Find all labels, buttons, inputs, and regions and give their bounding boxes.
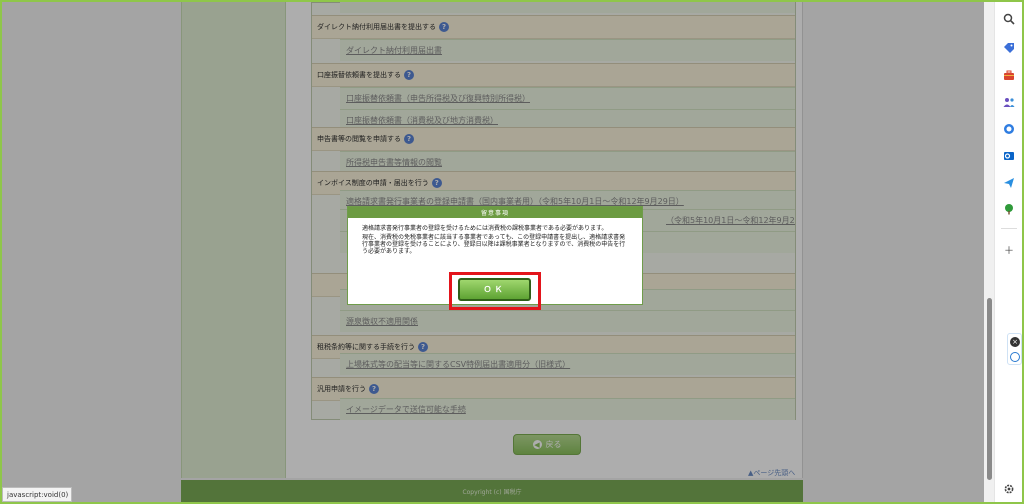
ok-button[interactable]: ＯＫ — [458, 278, 531, 301]
vertical-scrollbar[interactable] — [984, 2, 994, 502]
tag-icon[interactable] — [1003, 42, 1015, 54]
web-page: ダイレクト納付利用届出書を提出する ? ダイレクト納付利用届出書 口座振替依頼書… — [2, 2, 984, 502]
copilot-icon[interactable] — [1003, 123, 1015, 135]
browser-sidebar: ＋ — [994, 2, 1022, 502]
plus-icon[interactable]: ＋ — [1003, 243, 1015, 257]
tree-icon[interactable] — [1003, 203, 1015, 215]
close-icon[interactable]: × — [1010, 337, 1020, 347]
dialog-paragraph-1: 適格請求書発行事業者の登録を受けるためには消費税の課税事業者である必要があります… — [362, 225, 608, 232]
send-icon[interactable] — [1003, 177, 1015, 189]
status-bar-url: javascript:void(0) — [2, 487, 72, 502]
dialog-body: 適格請求書発行事業者の登録を受けるためには消費税の課税事業者である必要があります… — [348, 218, 642, 255]
dialog-title: 留意事項 — [348, 207, 642, 218]
dialog-paragraph-2: 現在、消費税の免税事業者に該当する事業者であっても、この登録申請書を提出し、適格… — [362, 234, 626, 255]
screenshot-icon[interactable] — [1010, 352, 1020, 362]
outlook-icon[interactable] — [1003, 150, 1015, 162]
settings-icon[interactable] — [1003, 483, 1015, 495]
scrollbar-thumb[interactable] — [987, 298, 992, 480]
sidebar-divider — [1001, 228, 1017, 229]
people-icon[interactable] — [1003, 96, 1015, 108]
search-icon[interactable] — [1003, 13, 1015, 25]
toolbox-icon[interactable] — [1003, 69, 1015, 81]
notice-dialog: 留意事項 適格請求書発行事業者の登録を受けるためには消費税の課税事業者である必要… — [347, 206, 643, 310]
floating-tool-panel: × — [1007, 333, 1022, 365]
